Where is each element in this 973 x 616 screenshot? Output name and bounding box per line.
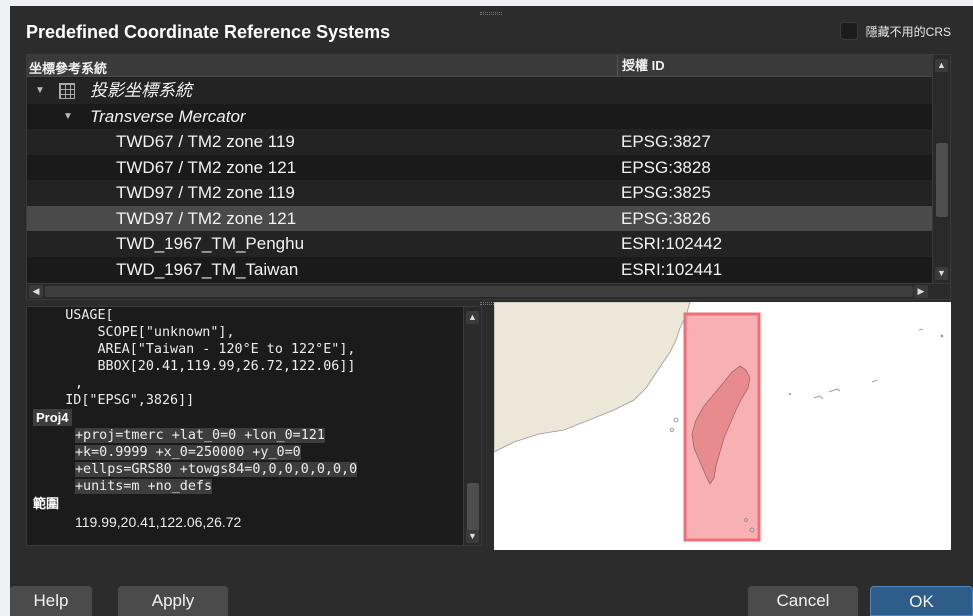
scroll-thumb[interactable] [936,143,948,217]
crs-auth-id: EPSG:3826 [621,208,711,228]
island [940,334,944,338]
ryukyu-islands [871,379,878,383]
mainland-land [494,302,691,453]
extent-map-svg [494,302,944,542]
proj4-line: +units=m +no_defs [75,479,213,494]
group-label: 投影坐標系統 [90,81,192,100]
crs-auth-id: EPSG:3827 [621,132,711,151]
crs-tree[interactable]: 坐標參考系統 授權 ID ▼ 投影坐標系統 ▼ Transverse Merca… [26,54,951,300]
proj4-line: +ellps=GRS80 +towgs84=0,0,0,0,0,0,0 [75,462,358,477]
wkt-line: , [75,376,84,391]
wkt-line: USAGE[ [33,308,114,323]
ryukyu-islands [828,388,841,393]
wkt-line: BBOX[20.41,119.99,26.72,122.06]] [33,359,356,374]
subgroup-label: Transverse Mercator [90,106,246,126]
extent-label: 範圍 [33,496,60,511]
crs-name: TWD97 / TM2 zone 119 [116,183,295,202]
scroll-thumb[interactable] [467,483,479,531]
ok-button[interactable]: OK [870,586,973,616]
details-vertical-scrollbar[interactable]: ▲ ▼ [463,307,481,545]
tree-horizontal-scrollbar[interactable]: ◀ ▶ [27,283,950,299]
hide-unused-label: 隱藏不用的CRS [865,24,951,39]
crs-name: TWD67 / TM2 zone 119 [116,132,295,151]
proj4-line: +k=0.9999 +x_0=250000 +y_0=0 [75,445,301,460]
scroll-left-icon[interactable]: ◀ [29,285,43,298]
crs-row-selected[interactable]: TWD97 / TM2 zone 121 EPSG:3826 [27,205,933,231]
scroll-thumb[interactable] [45,286,913,297]
crs-row[interactable]: TWD_1967_TM_Penghu ESRI:102442 [27,231,933,257]
wkt-line: SCOPE["unknown"], [33,325,235,340]
crs-dialog: Predefined Coordinate Reference Systems … [10,6,973,616]
crs-name: TWD_1967_TM_Taiwan [116,259,299,279]
tree-rows: ▼ 投影坐標系統 ▼ Transverse Mercator TWD67 / T… [27,78,933,284]
proj4-label: Proj4 [33,409,72,426]
scroll-up-icon[interactable]: ▲ [935,59,948,72]
tree-subgroup-tmerc[interactable]: ▼ Transverse Mercator [27,103,933,129]
crs-row[interactable]: TWD67 / TM2 zone 121 EPSG:3828 [27,154,933,180]
scroll-up-icon[interactable]: ▲ [466,311,479,324]
crs-auth-id: ESRI:102442 [621,234,723,253]
crs-auth-id: EPSG:3825 [621,183,711,202]
scroll-down-icon[interactable]: ▼ [935,267,948,280]
ryukyu-islands [918,328,924,331]
ryukyu-islands [813,395,824,400]
crs-auth-id: ESRI:102441 [621,259,723,279]
grid-icon [59,83,75,99]
help-button[interactable]: Help [10,586,92,616]
column-header-authority[interactable]: 授權 ID [617,55,665,77]
crs-extent-map[interactable] [494,302,951,550]
expand-arrow-icon[interactable]: ▼ [35,78,45,103]
scroll-down-icon[interactable]: ▼ [466,530,479,543]
crs-name: TWD67 / TM2 zone 121 [116,157,297,177]
expand-arrow-icon[interactable]: ▼ [63,104,73,129]
splitter-handle-top[interactable] [480,12,502,15]
tree-vertical-scrollbar[interactable]: ▲ ▼ [932,55,950,284]
crs-row[interactable]: TWD97 / TM2 zone 119 EPSG:3825 [27,180,933,206]
wkt-line: AREA["Taiwan - 120°E to 122°E"], [33,342,356,357]
crs-row[interactable]: TWD67 / TM2 zone 119 EPSG:3827 [27,129,933,155]
island [670,428,674,432]
section-title: Predefined Coordinate Reference Systems [26,22,391,42]
wkt-line: ID["EPSG",3826]] [33,393,195,408]
crs-details-text: USAGE[ SCOPE["unknown"], AREA["Taiwan - … [27,307,465,545]
hide-unused-crs-toggle[interactable]: 隱藏不用的CRS [839,22,951,40]
proj4-line: +proj=tmerc +lat_0=0 +lon_0=121 [75,428,325,443]
column-header-crs[interactable]: 坐標參考系統 [29,58,107,77]
tree-header: 坐標參考系統 授權 ID [27,55,933,77]
crs-details-pane[interactable]: USAGE[ SCOPE["unknown"], AREA["Taiwan - … [26,306,482,546]
scroll-right-icon[interactable]: ▶ [914,285,928,298]
penghu-island [673,417,679,423]
cancel-button[interactable]: Cancel [748,586,858,616]
crs-name: TWD97 / TM2 zone 121 [116,208,297,228]
island [789,393,791,395]
crs-row[interactable]: TWD_1967_TM_Taiwan ESRI:102441 [27,256,933,282]
hide-unused-checkbox[interactable] [839,22,858,40]
apply-button[interactable]: Apply [118,586,228,616]
crs-name: TWD_1967_TM_Penghu [116,234,305,253]
extent-value: 119.99,20.41,122.06,26.72 [75,514,242,530]
tree-group-projected[interactable]: ▼ 投影坐標系統 [27,78,933,104]
crs-auth-id: EPSG:3828 [621,157,711,177]
